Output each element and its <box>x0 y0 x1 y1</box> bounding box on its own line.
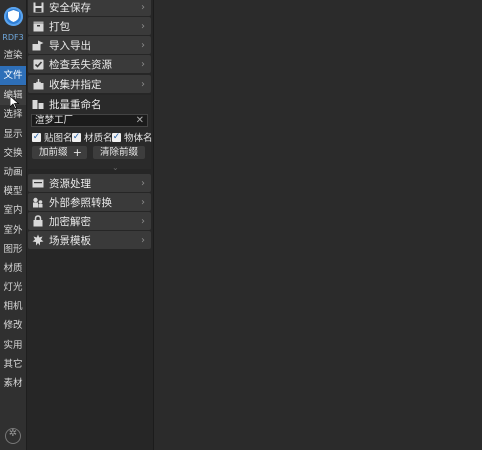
section-package[interactable]: 打包 › <box>28 17 151 35</box>
chevron-right-icon: › <box>141 177 145 189</box>
gear-icon: ✲ <box>8 428 18 439</box>
section-label: 场景模板 <box>49 234 91 247</box>
tab-exchange[interactable]: 交换 <box>0 144 26 163</box>
tab-other[interactable]: 其它 <box>0 355 26 374</box>
tab-camera[interactable]: 相机 <box>0 297 26 316</box>
tab-graphics[interactable]: 图形 <box>0 240 26 259</box>
chevron-right-icon: › <box>141 215 145 227</box>
tab-modify[interactable]: 修改 <box>0 316 26 335</box>
section-resource[interactable]: 资源处理 › <box>28 174 151 192</box>
main-workspace <box>153 0 482 450</box>
tab-utility[interactable]: 实用 <box>0 336 26 355</box>
chevron-right-icon: › <box>141 20 145 32</box>
plus-icon: + <box>72 146 82 159</box>
tab-assets[interactable]: 素材 <box>0 374 26 393</box>
lock-icon <box>31 214 45 228</box>
tab-strip: RDF3 渲染 文件 编辑 选择 显示 交换 动画 模型 室内 室外 图形 材质… <box>0 0 27 450</box>
batch-rename-icon <box>31 97 45 111</box>
section-label: 检查丢失资源 <box>49 58 112 71</box>
rename-text-field[interactable]: 渲梦工厂 ✕ <box>31 114 148 127</box>
section-label: 资源处理 <box>49 177 91 190</box>
resource-icon <box>31 176 45 190</box>
checkbox-label: 材质名 <box>84 133 113 144</box>
check-icon <box>31 57 45 71</box>
add-prefix-label: 加前缀 <box>39 147 68 158</box>
section-safe-save[interactable]: 安全保存 › <box>28 0 151 16</box>
tab-light[interactable]: 灯光 <box>0 278 26 297</box>
section-check-missing[interactable]: 检查丢失资源 › <box>28 55 151 73</box>
template-icon <box>31 233 45 247</box>
tab-model[interactable]: 模型 <box>0 182 26 201</box>
clear-icon[interactable]: ✕ <box>136 115 144 126</box>
checkbox-material-name[interactable]: ✓ 材质名 <box>72 131 113 144</box>
package-icon <box>31 19 45 33</box>
section-label: 批量重命名 <box>49 98 102 111</box>
section-import-export[interactable]: 导入导出 › <box>28 36 151 54</box>
section-label: 收集并指定 <box>49 78 102 91</box>
chevron-right-icon: › <box>141 39 145 51</box>
checkbox-checked-icon: ✓ <box>72 131 81 142</box>
checkbox-texture-name[interactable]: ✓ 贴图名 <box>32 131 73 144</box>
chevron-right-icon: › <box>141 1 145 13</box>
mouse-cursor-icon <box>10 96 19 109</box>
settings-button[interactable]: ✲ <box>5 428 21 444</box>
plugin-logo[interactable] <box>4 7 23 26</box>
chevron-right-icon: › <box>141 196 145 208</box>
section-label: 打包 <box>49 20 70 33</box>
section-label: 加密解密 <box>49 215 91 228</box>
checkbox-label: 物体名 <box>124 133 153 144</box>
tab-render[interactable]: 渲染 <box>0 46 26 65</box>
clear-prefix-label: 清除前缀 <box>99 147 138 158</box>
section-collect[interactable]: 收集并指定 › <box>28 75 151 93</box>
section-label: 安全保存 <box>49 1 91 14</box>
section-xref-convert[interactable]: 外部参照转换 › <box>28 193 151 211</box>
tab-animation[interactable]: 动画 <box>0 163 26 182</box>
tab-exterior[interactable]: 室外 <box>0 221 26 240</box>
add-prefix-button[interactable]: 加前缀 + <box>32 146 87 159</box>
collapse-arrow-icon[interactable]: ⌄ <box>112 163 119 172</box>
section-label: 外部参照转换 <box>49 196 112 209</box>
brand-label: RDF3 <box>2 33 24 42</box>
section-batch-rename[interactable]: 批量重命名 <box>28 95 151 113</box>
tab-interior[interactable]: 室内 <box>0 201 26 220</box>
chevron-right-icon: › <box>141 58 145 70</box>
save-icon <box>31 0 45 14</box>
shield-icon <box>8 10 19 22</box>
tool-panel: 安全保存 › 打包 › 导入导出 › 检查丢失资源 › 收集并指定 › 批量重命… <box>27 0 153 450</box>
section-encrypt-decrypt[interactable]: 加密解密 › <box>28 212 151 230</box>
checkbox-checked-icon: ✓ <box>32 131 41 142</box>
tab-file[interactable]: 文件 <box>0 66 26 85</box>
tab-display[interactable]: 显示 <box>0 125 26 144</box>
chevron-right-icon: › <box>141 78 145 90</box>
chevron-right-icon: › <box>141 234 145 246</box>
clear-prefix-button[interactable]: 清除前缀 <box>93 146 145 159</box>
xref-icon <box>31 195 45 209</box>
import-export-icon <box>31 38 45 52</box>
checkbox-label: 贴图名 <box>44 133 73 144</box>
section-scene-template[interactable]: 场景模板 › <box>28 231 151 249</box>
checkbox-object-name[interactable]: ✓ 物体名 <box>112 131 153 144</box>
collect-icon <box>31 77 45 91</box>
checkbox-checked-icon: ✓ <box>112 131 121 142</box>
tab-material[interactable]: 材质 <box>0 259 26 278</box>
rename-text-value: 渲梦工厂 <box>35 115 74 126</box>
section-label: 导入导出 <box>49 39 91 52</box>
